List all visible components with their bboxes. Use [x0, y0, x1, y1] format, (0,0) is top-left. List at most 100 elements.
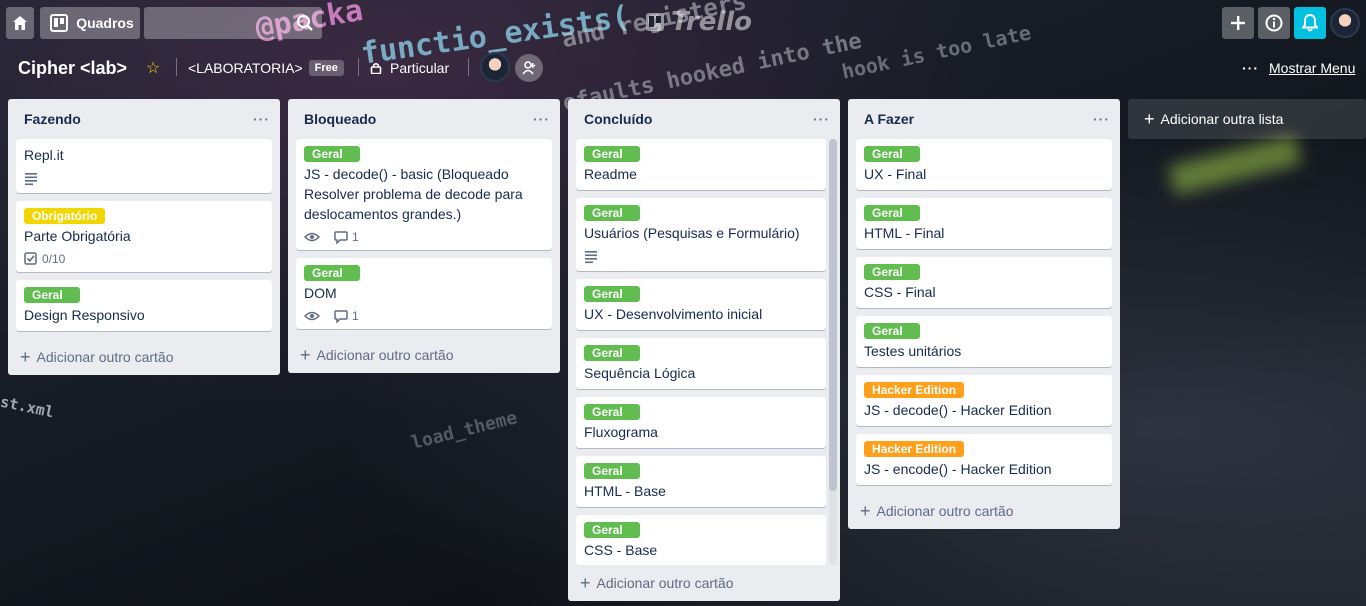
- card-title: Usuários (Pesquisas e Formulário): [584, 225, 800, 241]
- info-button[interactable]: [1258, 7, 1290, 39]
- card[interactable]: Geral UX - Final: [856, 139, 1112, 190]
- list-menu-button[interactable]: ···: [813, 111, 830, 127]
- plus-icon: +: [300, 345, 311, 365]
- board-name[interactable]: Cipher <lab>: [18, 52, 127, 84]
- comment-icon: [334, 310, 348, 323]
- card-label: Geral: [864, 323, 920, 339]
- card[interactable]: Geral CSS - Base: [576, 515, 826, 565]
- list-title[interactable]: Concluído: [584, 111, 652, 127]
- card-label: Geral: [584, 463, 640, 479]
- notifications-button[interactable]: [1294, 7, 1326, 39]
- card-label: Geral: [304, 146, 360, 162]
- card[interactable]: Geral Readme: [576, 139, 826, 190]
- invite-member-button[interactable]: [515, 54, 543, 82]
- add-member-icon: [522, 61, 536, 75]
- plus-icon: +: [580, 573, 591, 593]
- trello-logo[interactable]: Trello: [645, 7, 752, 37]
- search-input[interactable]: [144, 7, 322, 39]
- list-column: Bloqueado ··· Geral JS - decode() - basic (…: [288, 99, 560, 373]
- card[interactable]: Geral Testes unitários: [856, 316, 1112, 367]
- show-menu-label: Mostrar Menu: [1269, 60, 1356, 76]
- card-title: UX - Desenvolvimento inicial: [584, 306, 763, 322]
- divider: [176, 58, 177, 76]
- card-badges: 0/10: [24, 252, 264, 266]
- list-menu-button[interactable]: ···: [253, 111, 270, 127]
- list-header[interactable]: Concluído ···: [568, 99, 840, 139]
- visibility-button[interactable]: Particular: [370, 52, 449, 84]
- watch-badge: [304, 230, 320, 244]
- card[interactable]: Geral CSS - Final: [856, 257, 1112, 308]
- card-label: Obrigatório: [24, 208, 106, 224]
- card[interactable]: Repl.it: [16, 139, 272, 193]
- create-button[interactable]: [1222, 7, 1254, 39]
- list-menu-button[interactable]: ···: [533, 111, 550, 127]
- bell-icon: [1302, 14, 1318, 32]
- card[interactable]: Geral Sequência Lógica: [576, 338, 826, 389]
- member-avatar[interactable]: [480, 52, 510, 82]
- list-header[interactable]: Fazendo ···: [8, 99, 280, 139]
- list-menu-button[interactable]: ···: [1093, 111, 1110, 127]
- add-list-button[interactable]: + Adicionar outra lista: [1128, 99, 1366, 139]
- card-title: CSS - Base: [584, 542, 658, 558]
- card-label: Geral: [584, 522, 640, 538]
- logo-text: Trello: [671, 7, 753, 37]
- star-icon[interactable]: ☆: [146, 52, 160, 84]
- card-title: Design Responsivo: [24, 307, 145, 323]
- info-icon: [1265, 14, 1283, 32]
- add-card-button[interactable]: + Adicionar outro cartão: [288, 337, 560, 373]
- description-badge: [584, 249, 598, 265]
- card-label: Geral: [24, 287, 80, 303]
- background-image: [1168, 134, 1302, 196]
- card[interactable]: Geral Fluxograma: [576, 397, 826, 448]
- card[interactable]: Obrigatório Parte Obrigatória 0/10: [16, 201, 272, 272]
- add-card-button[interactable]: + Adicionar outro cartão: [848, 493, 1120, 529]
- card[interactable]: Geral Usuários (Pesquisas e Formulário): [576, 198, 826, 271]
- home-button[interactable]: [6, 7, 34, 39]
- boards-icon: [50, 14, 69, 32]
- card-label: Geral: [864, 146, 920, 162]
- user-avatar[interactable]: [1330, 8, 1360, 38]
- add-card-label: Adicionar outro cartão: [596, 575, 734, 591]
- card-title: Parte Obrigatória: [24, 228, 131, 244]
- card[interactable]: Geral JS - decode() - basic (Bloqueado Re…: [296, 139, 552, 250]
- card-container: Geral UX - Final Geral HTML - Final Geral CSS…: [848, 139, 1120, 485]
- watch-icon: [304, 311, 320, 321]
- team-button[interactable]: <LABORATORIA> Free: [188, 52, 344, 84]
- card-badges: [24, 171, 264, 187]
- card[interactable]: Geral HTML - Base: [576, 456, 826, 507]
- list-scrollbar[interactable]: [829, 139, 837, 565]
- list-header[interactable]: A Fazer ···: [848, 99, 1120, 139]
- list-header[interactable]: Bloqueado ···: [288, 99, 560, 139]
- card[interactable]: Geral UX - Desenvolvimento inicial: [576, 279, 826, 330]
- card-label: Geral: [304, 265, 360, 281]
- trello-logo-icon: [646, 13, 664, 31]
- checklist-badge: 0/10: [24, 252, 65, 266]
- card[interactable]: Hacker Edition JS - encode() - Hacker Edi…: [856, 434, 1112, 485]
- comments-count: 1: [352, 309, 359, 323]
- card-title: HTML - Base: [584, 483, 666, 499]
- list-column: Fazendo ··· Repl.it Obrigatório Parte Obriga…: [8, 99, 280, 375]
- watch-icon: [304, 232, 320, 242]
- card[interactable]: Geral HTML - Final: [856, 198, 1112, 249]
- boards-button[interactable]: Quadros: [40, 7, 140, 39]
- scrollbar-thumb[interactable]: [829, 139, 837, 491]
- card-title: DOM: [304, 285, 337, 301]
- list-column: Concluído ··· Geral Readme Geral Usuários (Pe…: [568, 99, 840, 601]
- add-card-button[interactable]: + Adicionar outro cartão: [8, 339, 280, 375]
- list-title[interactable]: A Fazer: [864, 111, 914, 127]
- card[interactable]: Geral Design Responsivo: [16, 280, 272, 331]
- description-icon: [25, 173, 37, 186]
- plan-badge: Free: [308, 60, 344, 76]
- card[interactable]: Geral DOM 1: [296, 258, 552, 329]
- card-container: Repl.it Obrigatório Parte Obrigatória 0/10 G…: [8, 139, 280, 331]
- boards-label: Quadros: [76, 15, 134, 31]
- list-title[interactable]: Fazendo: [24, 111, 81, 127]
- add-card-button[interactable]: + Adicionar outro cartão: [568, 565, 840, 601]
- card[interactable]: Hacker Edition JS - decode() - Hacker Edi…: [856, 375, 1112, 426]
- list-title[interactable]: Bloqueado: [304, 111, 376, 127]
- plus-icon: +: [860, 501, 871, 521]
- card-container: Geral JS - decode() - basic (Bloqueado Re…: [288, 139, 560, 329]
- card-badges: [584, 249, 818, 265]
- show-menu-button[interactable]: ··· Mostrar Menu: [1242, 52, 1355, 84]
- comment-icon: [334, 231, 348, 244]
